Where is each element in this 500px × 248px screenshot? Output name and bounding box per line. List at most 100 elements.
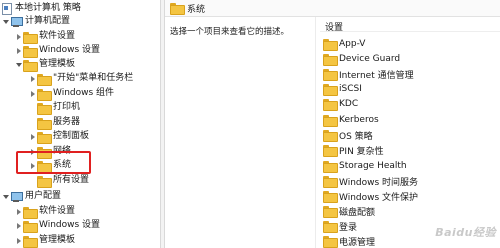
folder-icon xyxy=(323,221,338,233)
folder-icon xyxy=(37,102,52,115)
list-item[interactable]: 磁盘配额 xyxy=(323,204,375,218)
list-item-label: Internet 通信管理 xyxy=(339,70,414,81)
tree-item-computer-config[interactable]: 计算机配置 xyxy=(2,15,70,28)
tree-item-label: 本地计算机 策略 xyxy=(15,3,81,13)
folder-icon xyxy=(37,117,52,130)
column-header-settings[interactable]: 设置 xyxy=(320,19,500,33)
tree-item-all-settings[interactable]: 所有设置 xyxy=(37,174,90,188)
tree-item-admin-templates[interactable]: 管理模板 xyxy=(15,58,76,72)
tree-item-label: 软件设置 xyxy=(39,206,76,216)
tree-item-label: 软件设置 xyxy=(39,31,76,41)
navigation-tree: 本地计算机 策略 计算机配置 软件设置 Windows 设置 管理模板 "开始"… xyxy=(0,0,160,248)
list-item-label: Kerberos xyxy=(339,115,379,125)
chevron-right-icon[interactable] xyxy=(15,46,23,56)
list-item[interactable]: iSCSI xyxy=(323,82,362,96)
list-item-label: Device Guard xyxy=(339,54,401,64)
tree-item-printers[interactable]: 打印机 xyxy=(37,101,81,115)
tree-item-label: 服务器 xyxy=(53,117,81,127)
tree-item-user-software-settings[interactable]: 软件设置 xyxy=(15,205,76,219)
chevron-down-icon[interactable] xyxy=(2,192,10,202)
tree-item-server[interactable]: 服务器 xyxy=(37,116,81,130)
tree-item-label: Windows 设置 xyxy=(39,220,101,230)
folder-icon xyxy=(23,31,38,44)
tree-item-label: 打印机 xyxy=(53,102,81,112)
tree-item-label: 用户配置 xyxy=(25,191,62,201)
folder-icon xyxy=(37,73,52,86)
folder-icon xyxy=(323,176,338,188)
list-item-label: Storage Health xyxy=(339,161,407,171)
list-item-label: 电源管理 xyxy=(339,237,376,248)
column-divider xyxy=(315,17,316,248)
description-text: 选择一个项目来查看它的描述。 xyxy=(170,27,290,37)
list-item-label: Windows 时间服务 xyxy=(339,177,419,188)
chevron-right-icon[interactable] xyxy=(29,89,37,99)
column-header-label: 设置 xyxy=(325,23,344,33)
folder-icon xyxy=(23,235,38,248)
folder-icon xyxy=(323,145,338,157)
tree-item-local-policy[interactable]: 本地计算机 策略 xyxy=(1,2,81,15)
computer-icon xyxy=(10,16,23,27)
chevron-right-icon[interactable] xyxy=(15,32,23,42)
list-item[interactable]: 电源管理 xyxy=(323,234,375,248)
folder-icon xyxy=(23,220,38,233)
tree-item-label: 所有设置 xyxy=(53,175,90,185)
folder-icon xyxy=(323,99,338,111)
chevron-right-icon[interactable] xyxy=(29,74,37,84)
tree-item-windows-components[interactable]: Windows 组件 xyxy=(29,87,115,101)
tree-item-control-panel[interactable]: 控制面板 xyxy=(29,130,90,144)
watermark: Baidu经验 xyxy=(435,226,496,239)
chevron-right-icon[interactable] xyxy=(15,207,23,217)
chevron-right-icon[interactable] xyxy=(29,132,37,142)
folder-icon xyxy=(323,130,338,142)
folder-icon xyxy=(323,84,338,96)
chevron-down-icon[interactable] xyxy=(2,17,10,27)
policy-icon xyxy=(1,3,12,15)
tree-item-label: Windows 设置 xyxy=(39,45,101,55)
system-highlight-box xyxy=(16,151,91,174)
tree-item-software-settings[interactable]: 软件设置 xyxy=(15,30,76,44)
list-item-label: Windows 文件保护 xyxy=(339,192,419,203)
list-item[interactable]: App-V xyxy=(323,37,365,51)
tree-item-label: 管理模板 xyxy=(39,59,76,69)
chevron-right-icon[interactable] xyxy=(15,236,23,246)
tree-item-label: 控制面板 xyxy=(53,131,90,141)
list-item[interactable]: Internet 通信管理 xyxy=(323,67,414,81)
chevron-right-icon[interactable] xyxy=(15,221,23,231)
list-item-label: iSCSI xyxy=(339,84,362,94)
folder-icon xyxy=(323,39,338,51)
details-pane: 系统 选择一个项目来查看它的描述。 设置 App-V Device Guard … xyxy=(165,0,500,248)
folder-icon xyxy=(323,191,338,203)
list-item-label: OS 策略 xyxy=(339,131,373,142)
list-item[interactable]: OS 策略 xyxy=(323,128,373,142)
folder-icon xyxy=(37,131,52,144)
folder-icon xyxy=(37,175,52,188)
list-item[interactable]: Device Guard xyxy=(323,52,400,66)
user-config-icon xyxy=(10,191,23,202)
list-item[interactable]: Windows 文件保护 xyxy=(323,189,418,203)
details-header: 系统 xyxy=(165,0,500,17)
tree-item-user-config[interactable]: 用户配置 xyxy=(2,190,61,203)
folder-icon xyxy=(37,88,52,101)
tree-item-user-windows-settings[interactable]: Windows 设置 xyxy=(15,219,101,233)
list-item-label: App-V xyxy=(339,39,366,49)
tree-item-windows-settings[interactable]: Windows 设置 xyxy=(15,44,101,58)
folder-icon xyxy=(323,54,338,66)
list-item[interactable]: 登录 xyxy=(323,219,357,233)
tree-item-user-admin-templates[interactable]: 管理模板 xyxy=(15,234,76,248)
details-title: 系统 xyxy=(187,4,206,15)
tree-item-start-menu[interactable]: "开始"菜单和任务栏 xyxy=(29,72,133,86)
list-item[interactable]: Storage Health xyxy=(323,159,407,173)
list-item-label: KDC xyxy=(339,99,359,109)
folder-icon xyxy=(323,236,338,248)
list-item[interactable]: Windows 时间服务 xyxy=(323,174,418,188)
list-item-label: PIN 复杂性 xyxy=(339,146,384,157)
chevron-down-icon[interactable] xyxy=(15,60,23,70)
folder-icon xyxy=(23,59,38,72)
tree-item-label: Windows 组件 xyxy=(53,88,115,98)
folder-icon xyxy=(323,69,338,81)
folder-icon xyxy=(23,206,38,219)
list-item[interactable]: PIN 复杂性 xyxy=(323,143,384,157)
list-item[interactable]: Kerberos xyxy=(323,113,379,127)
list-item[interactable]: KDC xyxy=(323,97,358,111)
tree-item-label: 管理模板 xyxy=(39,235,76,245)
